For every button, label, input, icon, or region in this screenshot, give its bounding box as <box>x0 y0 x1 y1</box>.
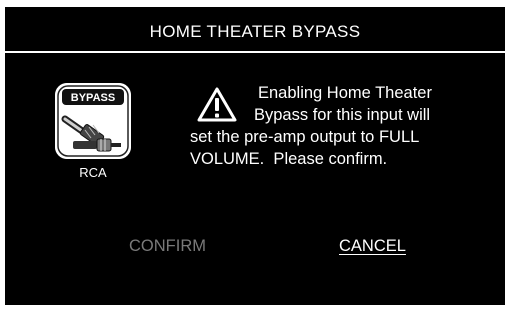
warning-message: Enabling Home Theater Bypass for this in… <box>190 82 490 170</box>
message-line: Enabling Home Theater <box>258 84 432 102</box>
message-line: Bypass for this input will <box>254 106 431 124</box>
dialog-title-bar: HOME THEATER BYPASS <box>5 7 505 52</box>
confirm-button[interactable]: CONFIRM <box>129 237 206 256</box>
dialog-title: HOME THEATER BYPASS <box>149 21 361 41</box>
message-line: VOLUME. Please confirm. <box>190 150 388 168</box>
message-line: set the pre-amp output to FULL <box>190 128 420 146</box>
title-divider <box>5 51 505 53</box>
cancel-button[interactable]: CANCEL <box>339 237 406 256</box>
bypass-badge-text: BYPASS <box>71 92 115 104</box>
input-label: RCA <box>79 165 107 180</box>
rca-cable-icon: BYPASS <box>55 83 131 159</box>
bypass-dialog: HOME THEATER BYPASS BYPASS RCA Enabling … <box>5 7 505 305</box>
